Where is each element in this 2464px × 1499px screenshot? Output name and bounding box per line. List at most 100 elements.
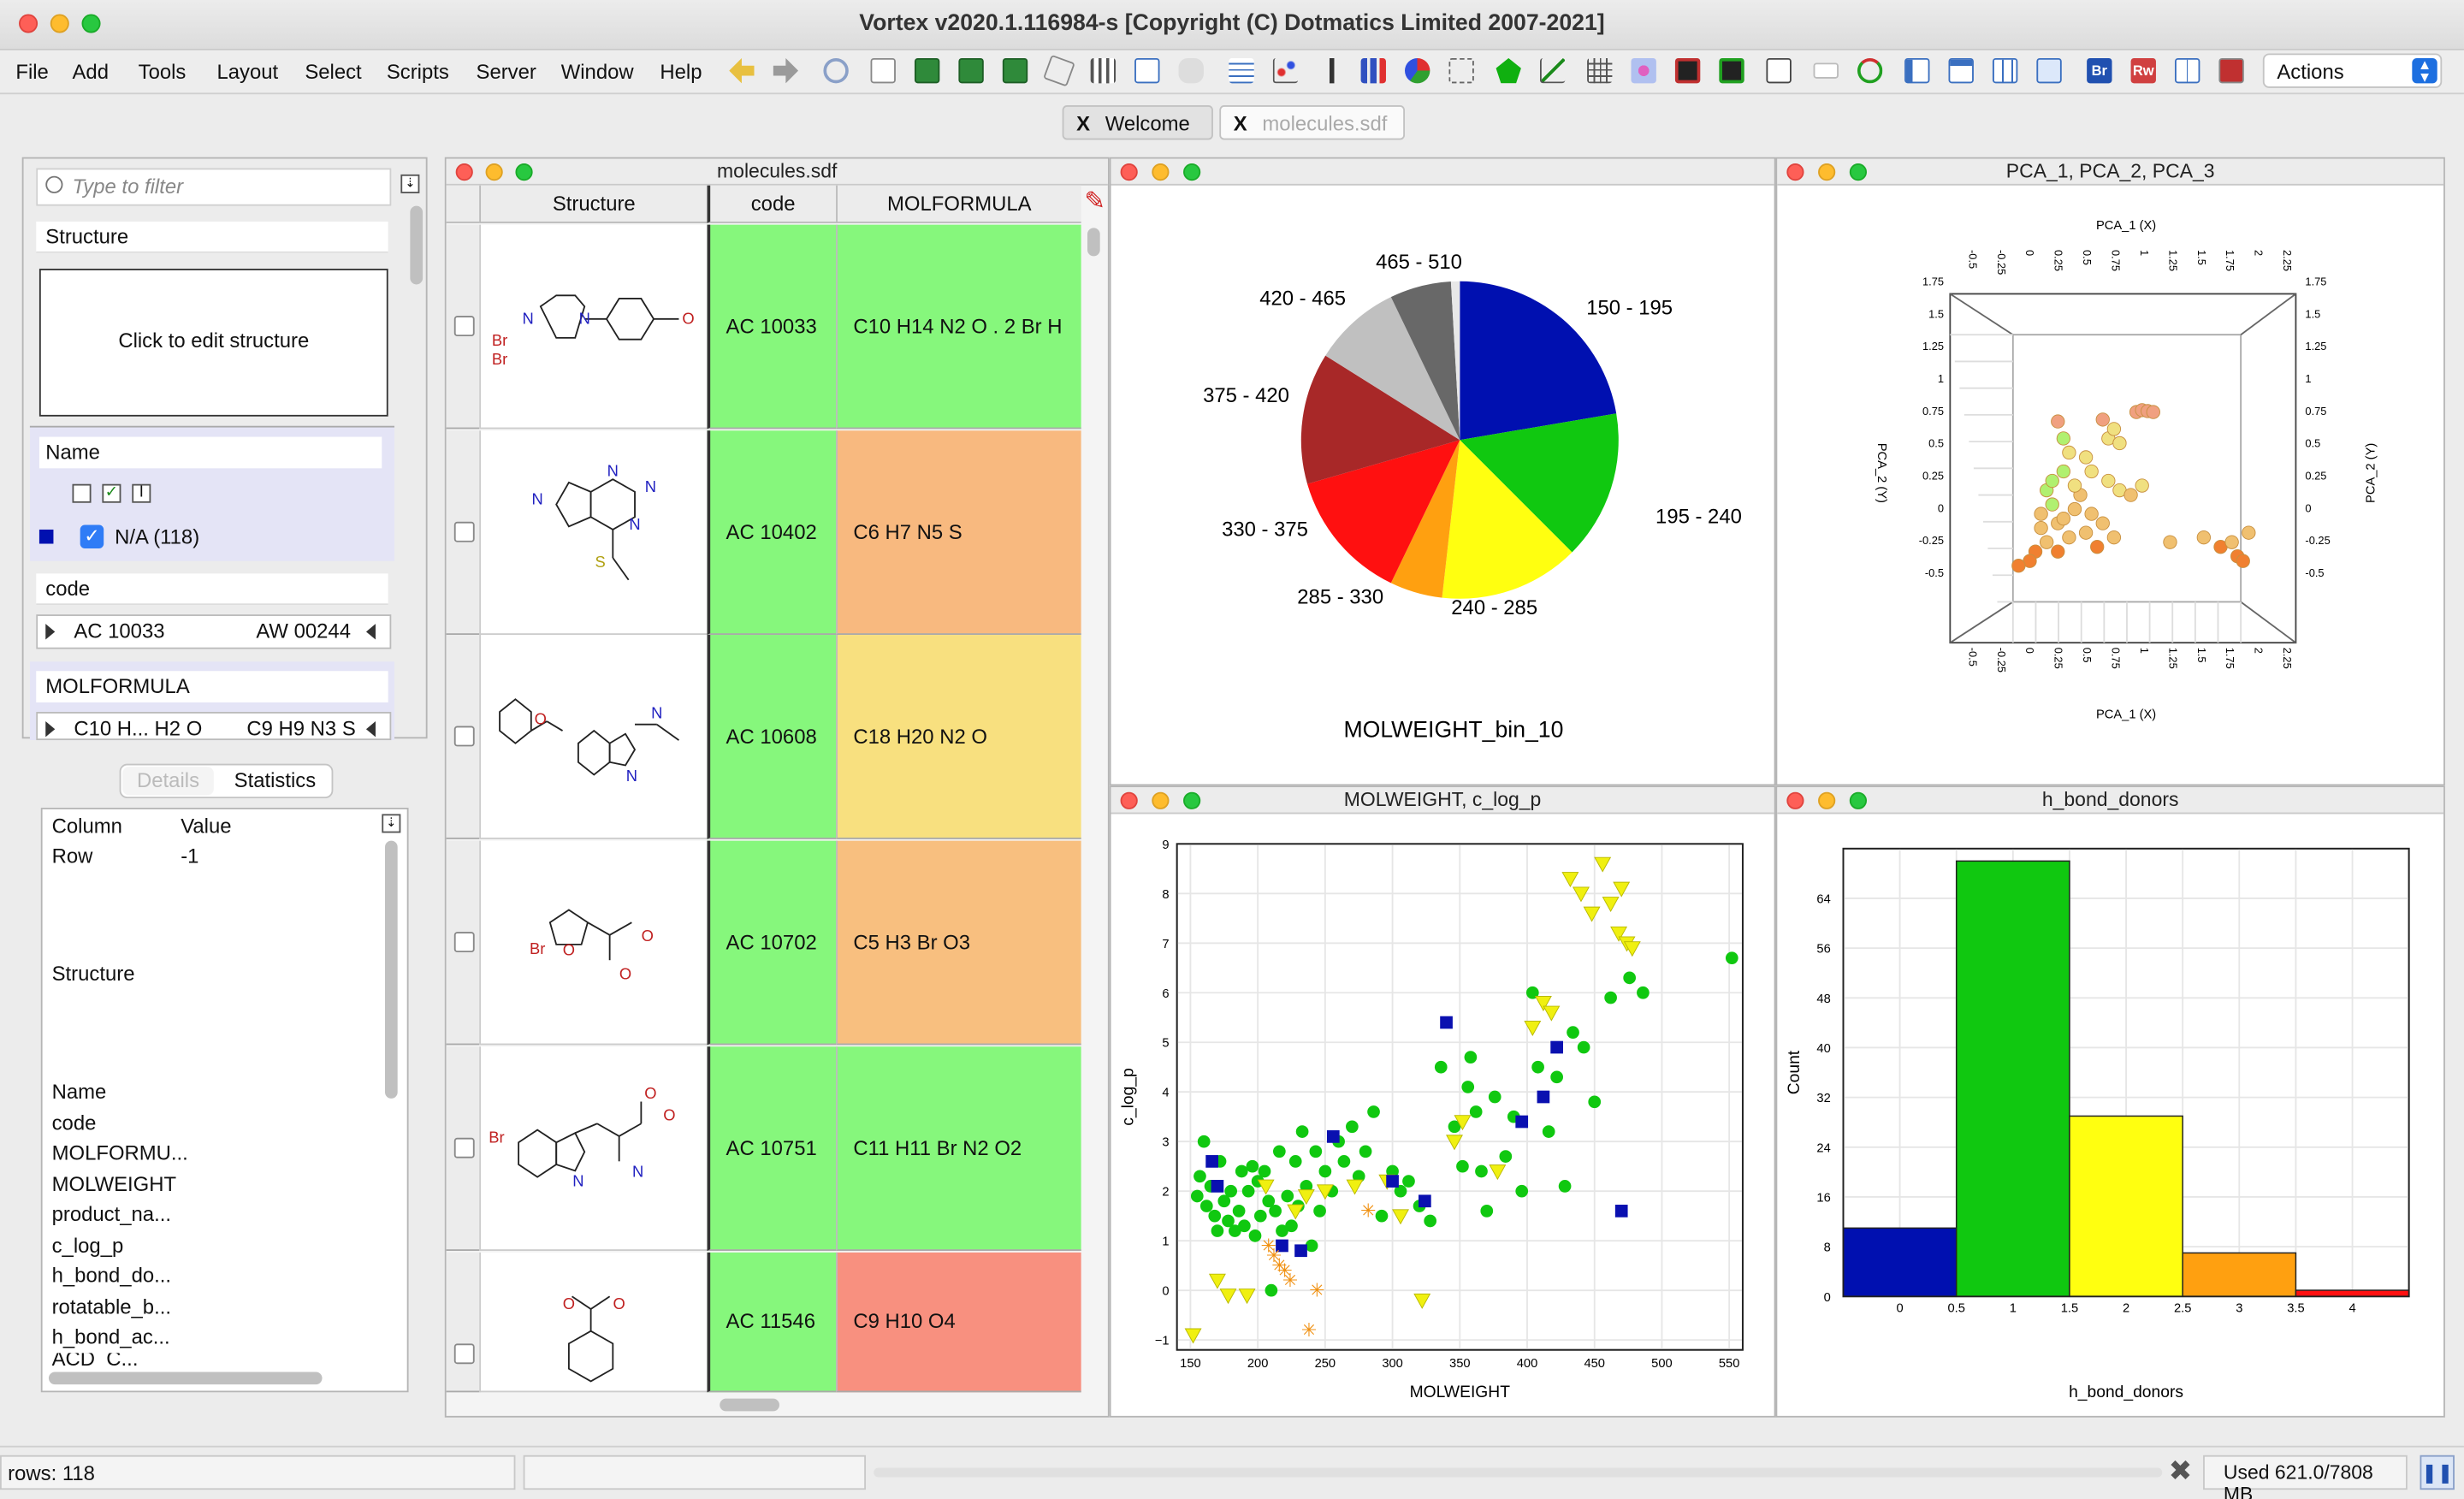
scatter-point[interactable] xyxy=(1464,1051,1478,1064)
range-right-handle-icon[interactable] xyxy=(365,721,376,738)
scatter-point[interactable] xyxy=(1208,1209,1222,1223)
window-icon[interactable] xyxy=(1766,57,1792,84)
scatter-point[interactable] xyxy=(1567,1026,1579,1039)
histogram-bar[interactable] xyxy=(2295,1289,2410,1298)
range-right-handle-icon[interactable] xyxy=(365,624,376,640)
scatter-point[interactable] xyxy=(1346,1120,1359,1134)
scatter-point[interactable] xyxy=(1294,1244,1307,1258)
rw-icon[interactable]: Rw xyxy=(2130,57,2156,84)
scatter-point[interactable] xyxy=(1577,1040,1590,1054)
pca-point[interactable] xyxy=(2078,450,2094,465)
menu-help[interactable]: Help xyxy=(660,60,702,84)
header-structure[interactable]: Structure xyxy=(479,185,708,223)
scatter-point[interactable] xyxy=(1205,1155,1218,1168)
header-molformula[interactable]: MOLFORMULA xyxy=(836,185,1081,223)
scatter-point[interactable] xyxy=(1211,1224,1224,1237)
columns-icon[interactable] xyxy=(1090,57,1116,84)
select-all-icon[interactable]: ✓ xyxy=(102,483,121,503)
close-panel-button[interactable] xyxy=(1786,163,1804,181)
scatter-point[interactable] xyxy=(1499,1150,1513,1163)
pca-point[interactable] xyxy=(2056,511,2071,526)
pca-point[interactable] xyxy=(2196,530,2212,545)
scatter-point[interactable] xyxy=(1285,1219,1298,1233)
film-icon[interactable] xyxy=(1674,57,1701,84)
pca-point[interactable] xyxy=(2067,478,2082,493)
bar-chart-icon[interactable] xyxy=(1360,57,1386,84)
scatter-point[interactable] xyxy=(1238,1219,1251,1233)
scatter-point[interactable] xyxy=(1194,1170,1206,1183)
scatter-point[interactable] xyxy=(1359,1145,1372,1158)
scatter-point[interactable] xyxy=(1434,1060,1448,1074)
layout-split-icon[interactable] xyxy=(1992,57,2018,84)
scatter-point[interactable] xyxy=(1475,1164,1488,1178)
scatter-point[interactable] xyxy=(1309,1145,1323,1158)
menu-layout[interactable]: Layout xyxy=(216,60,278,84)
pause-icon[interactable]: ❚❚ xyxy=(2420,1455,2455,1490)
book-icon[interactable] xyxy=(2174,57,2200,84)
scatter-plot[interactable]: 150 200 250 300 350 400 450 500 550 −1 0 1 2 3 4 5 6 7 8 9 M… xyxy=(1111,815,1774,1416)
scatter-point[interactable] xyxy=(1725,951,1738,965)
scatter-point[interactable]: ✳ xyxy=(1301,1319,1317,1341)
scatter-point[interactable] xyxy=(1558,1180,1572,1193)
select-none-icon[interactable] xyxy=(72,483,92,503)
tab-details[interactable]: Details xyxy=(122,767,214,796)
pencil-icon[interactable]: ✎ xyxy=(1084,188,1106,216)
pca-point[interactable] xyxy=(2051,544,2065,559)
scatter-point[interactable] xyxy=(1246,1159,1259,1173)
scatter-point[interactable] xyxy=(1235,1164,1248,1178)
scatter-point[interactable] xyxy=(1515,1184,1529,1198)
scatter-point[interactable]: ✳ xyxy=(1360,1200,1376,1222)
close-panel-button[interactable] xyxy=(455,163,473,181)
scatter-point[interactable] xyxy=(1550,1040,1563,1054)
histogram-bar[interactable] xyxy=(2069,1115,2183,1298)
menu-server[interactable]: Server xyxy=(477,60,536,84)
close-panel-button[interactable] xyxy=(1786,791,1804,809)
histogram[interactable]: 0 8 16 24 32 40 48 56 64 0 0.5 1 1.5 2 2.5 3 3.5 4 h_bond_… xyxy=(1777,815,2443,1416)
pca-3d-plot[interactable]: PCA_1 (X) PCA_1 (X) PCA_2 (Y) PCA_2 (Y) … xyxy=(1777,187,2443,785)
scatter-point[interactable] xyxy=(1248,1229,1262,1242)
tab-molecules[interactable]: X molecules.sdf xyxy=(1219,105,1406,140)
scatter-point[interactable] xyxy=(1480,1205,1494,1218)
close-tab-icon[interactable]: X xyxy=(1234,111,1247,135)
scatter-point[interactable] xyxy=(1281,1189,1294,1203)
row-checkbox[interactable] xyxy=(453,1342,475,1364)
scatter-point[interactable] xyxy=(1419,1194,1431,1208)
scatter-point[interactable] xyxy=(1241,1184,1255,1198)
pca-point[interactable] xyxy=(2011,559,2026,573)
excel-export-icon[interactable] xyxy=(914,57,940,84)
pdf-icon[interactable] xyxy=(2218,57,2244,84)
box-plot-icon[interactable] xyxy=(1319,57,1346,84)
scatter-point[interactable] xyxy=(1386,1175,1399,1188)
scatter-point[interactable] xyxy=(1224,1184,1238,1198)
maximize-panel-button[interactable] xyxy=(515,163,533,181)
pca-point[interactable] xyxy=(2084,507,2099,521)
pca-point[interactable] xyxy=(2045,473,2059,489)
scatter-point[interactable] xyxy=(1375,1209,1389,1223)
tab-welcome[interactable]: X Welcome xyxy=(1062,105,1213,140)
horizontal-scrollbar-thumb[interactable] xyxy=(720,1398,780,1412)
scatter-point[interactable] xyxy=(1232,1205,1246,1218)
minimize-panel-button[interactable] xyxy=(485,163,503,181)
details-menu-icon[interactable]: ⇣ xyxy=(382,814,401,833)
scrollbar-thumb[interactable] xyxy=(1087,228,1100,257)
scatter-point[interactable] xyxy=(1269,1205,1282,1218)
row-checkbox[interactable] xyxy=(453,316,475,337)
histogram-bar[interactable] xyxy=(1955,860,2070,1298)
menu-scripts[interactable]: Scripts xyxy=(387,60,449,84)
layout-cascade-icon[interactable] xyxy=(2036,57,2062,84)
scatter-point[interactable] xyxy=(1515,1115,1529,1129)
database-icon[interactable] xyxy=(1178,57,1204,84)
scatter-point[interactable] xyxy=(1326,1130,1340,1143)
pca-point[interactable] xyxy=(2112,435,2127,451)
pca-point[interactable] xyxy=(2034,507,2048,521)
name-checkbox[interactable]: ✓ xyxy=(80,524,104,549)
radar-icon[interactable] xyxy=(1448,57,1474,84)
pie-chart[interactable]: MOLWEIGHT_bin_10 150 - 195 195 - 240 240 -… xyxy=(1111,187,1774,785)
pca-point[interactable] xyxy=(2062,445,2076,460)
scatter-point[interactable] xyxy=(1469,1105,1483,1118)
scatter-point[interactable] xyxy=(1531,1060,1544,1074)
new-document-icon[interactable] xyxy=(870,57,896,84)
grid-icon[interactable] xyxy=(1587,57,1613,84)
scatter-point[interactable] xyxy=(1305,1239,1318,1253)
scatter-point[interactable]: ✳ xyxy=(1309,1279,1324,1301)
